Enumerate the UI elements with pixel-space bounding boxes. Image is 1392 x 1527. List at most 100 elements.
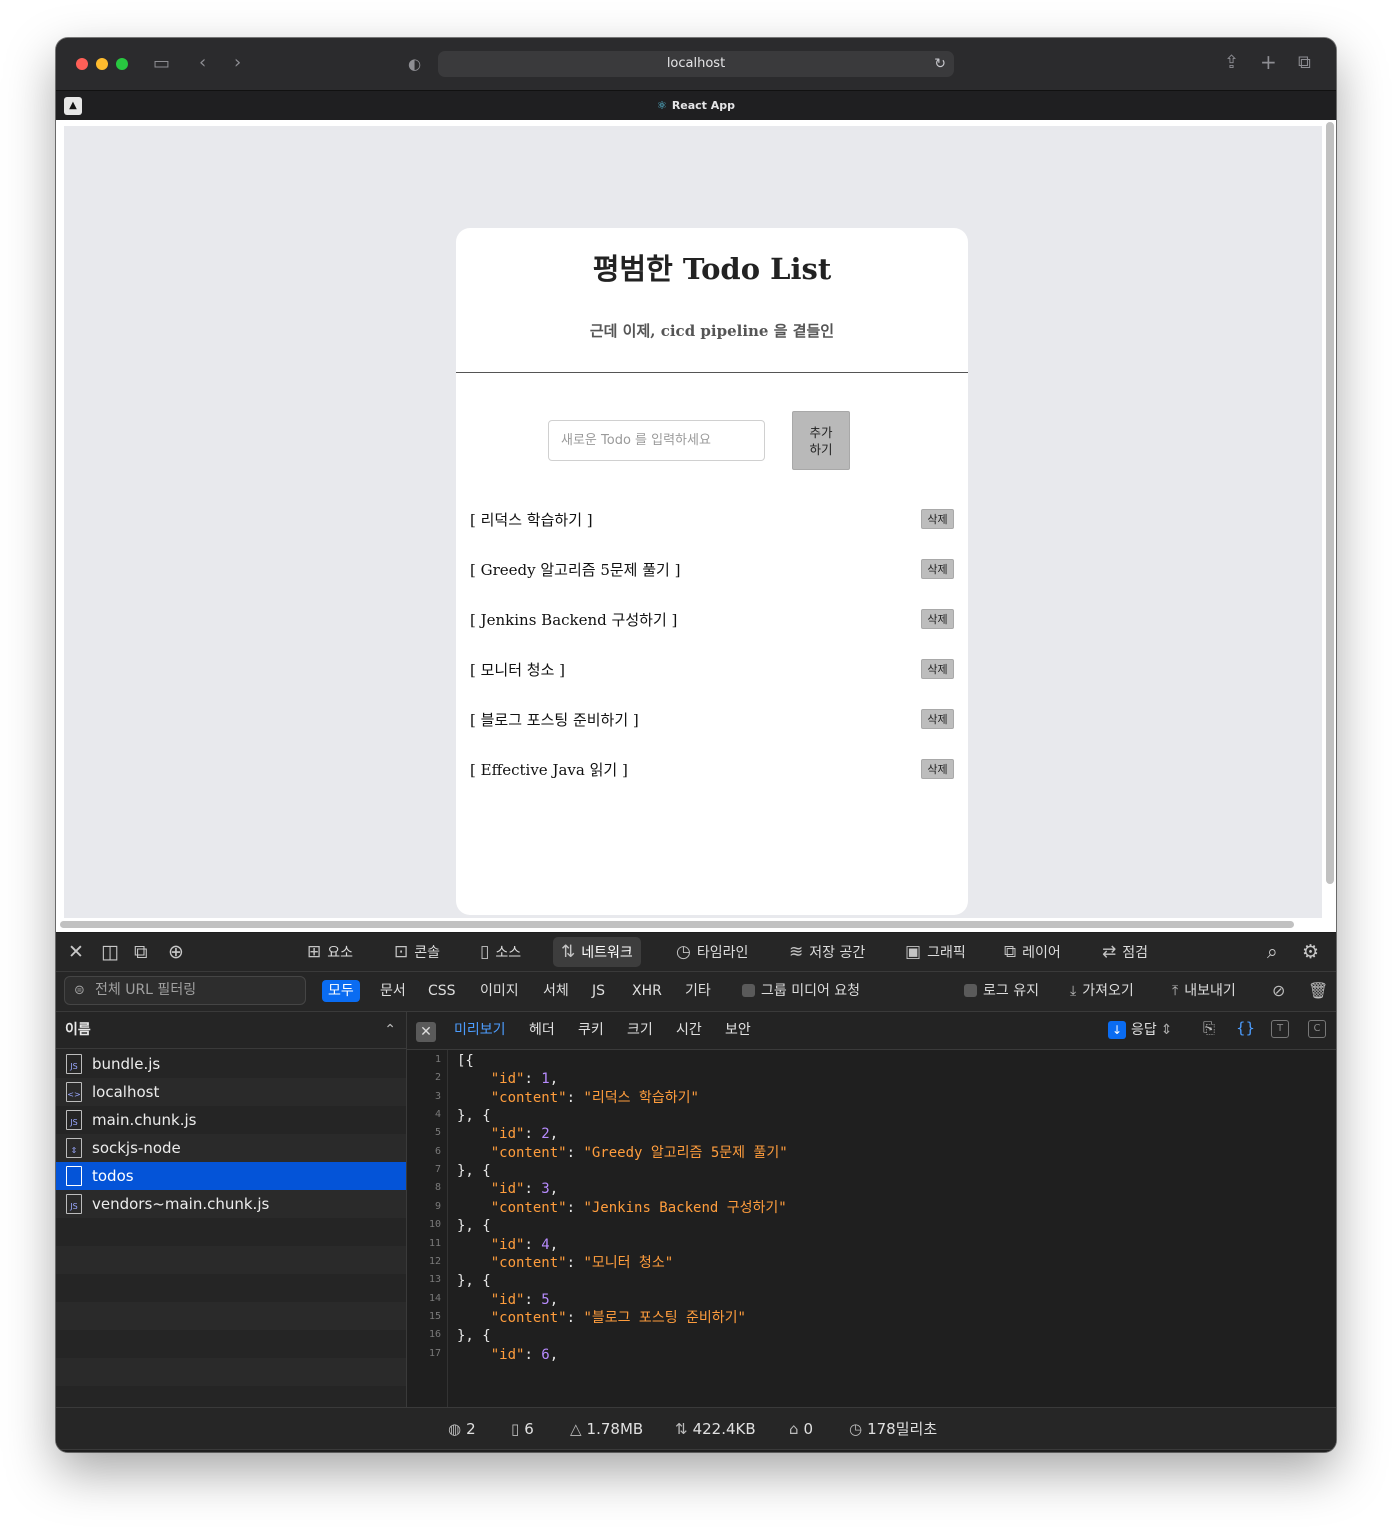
- forward-arrow-icon[interactable]: ›: [234, 53, 241, 73]
- type-code-icon[interactable]: C: [1308, 1020, 1326, 1038]
- vertical-scrollbar[interactable]: [1326, 122, 1334, 884]
- line-number: 15: [428, 1311, 441, 1322]
- preview-tab-preview[interactable]: 미리보기: [454, 1012, 506, 1048]
- detach-window-icon[interactable]: ⧉: [134, 941, 148, 963]
- filter-type-other[interactable]: 기타: [679, 980, 717, 1002]
- filter-type-image[interactable]: 이미지: [474, 980, 525, 1002]
- preview-tab-headers[interactable]: 헤더: [529, 1012, 555, 1048]
- reload-icon[interactable]: ↻: [934, 51, 946, 77]
- resource-list: 이름 ⌃ JS bundle.js <> localhost JS main.chunk…: [56, 1012, 407, 1407]
- pretty-print-icon[interactable]: {}: [1236, 1020, 1255, 1038]
- group-media-checkbox[interactable]: 그룹 미디어 요청: [742, 980, 860, 1002]
- resource-row[interactable]: JS vendors~main.chunk.js: [56, 1190, 406, 1218]
- tab-network[interactable]: ⇅ 네트워크: [553, 937, 641, 967]
- todo-input[interactable]: [548, 420, 765, 461]
- tab-sources[interactable]: ▯ 소스: [472, 937, 529, 967]
- name-header-label: 이름: [65, 1022, 91, 1038]
- todo-item: [ 모니터 청소 ] 삭제: [470, 659, 954, 681]
- delete-button[interactable]: 삭제: [921, 709, 954, 729]
- disable-cache-icon[interactable]: ⊘: [1272, 980, 1285, 1002]
- inspector-toolbar: ✕ ◫ ⧉ ⊕ ⊞ 요소 ⊡ 콘솔 ▯ 소스 ⇅ 네트워크 ◷ 타임라인 ≋ 저장 공간 ▣…: [56, 933, 1336, 972]
- preview-tab-security[interactable]: 보안: [725, 1012, 751, 1048]
- resource-name: todos: [92, 1167, 134, 1185]
- dock-side-icon[interactable]: ◫: [101, 941, 119, 963]
- tab-layers[interactable]: ⧉ 레이어: [996, 937, 1069, 967]
- close-preview-icon[interactable]: ✕: [416, 1022, 436, 1042]
- group-media-label: 그룹 미디어 요청: [761, 983, 861, 999]
- tab-console[interactable]: ⊡ 콘솔: [386, 937, 448, 967]
- zoom-window-button[interactable]: [116, 58, 128, 70]
- tab-overview-icon[interactable]: ⧉: [1298, 53, 1311, 73]
- add-todo-button[interactable]: 추가 하기: [792, 411, 850, 470]
- react-logo-icon: ⚛: [656, 99, 667, 112]
- json-line: "content": "Greedy 알고리즘 5문제 풀기": [490, 1145, 788, 1161]
- delete-button[interactable]: 삭제: [921, 659, 954, 679]
- back-arrow-icon[interactable]: ‹: [199, 53, 206, 73]
- preview-header: ✕ 미리보기 헤더 쿠키 크기 시간 보안 ↓ 응답 ⇕ ⎘ {} T C: [407, 1012, 1336, 1050]
- name-column-header[interactable]: 이름 ⌃: [56, 1012, 406, 1049]
- line-number: 4: [434, 1109, 441, 1120]
- filter-type-document[interactable]: 문서: [374, 980, 412, 1002]
- new-tab-icon[interactable]: +: [1260, 52, 1277, 72]
- line-number: 5: [434, 1127, 441, 1138]
- redirect-icon: ⌂: [789, 1420, 799, 1438]
- share-icon[interactable]: ⇪: [1224, 53, 1239, 73]
- close-inspector-icon[interactable]: ✕: [68, 941, 84, 963]
- delete-button[interactable]: 삭제: [921, 509, 954, 529]
- tab-react-app[interactable]: ⚛ React App: [56, 91, 1336, 120]
- filter-type-font[interactable]: 서체: [537, 980, 575, 1002]
- filter-type-css[interactable]: CSS: [422, 980, 462, 1002]
- resource-row[interactable]: JS bundle.js: [56, 1050, 406, 1078]
- checkbox[interactable]: [964, 984, 977, 997]
- file-icon: [66, 1166, 82, 1186]
- preserve-log-checkbox[interactable]: 로그 유지: [964, 980, 1039, 1002]
- line-number: 17: [428, 1348, 441, 1359]
- resource-row[interactable]: <> localhost: [56, 1078, 406, 1106]
- json-line: "content": "블로그 포스팅 준비하기": [490, 1310, 746, 1326]
- delete-button[interactable]: 삭제: [921, 759, 954, 779]
- web-inspector: ✕ ◫ ⧉ ⊕ ⊞ 요소 ⊡ 콘솔 ▯ 소스 ⇅ 네트워크 ◷ 타임라인 ≋ 저장 공간 ▣…: [56, 933, 1336, 1452]
- delete-button[interactable]: 삭제: [921, 609, 954, 629]
- json-line: "content": "Jenkins Backend 구성하기": [490, 1200, 787, 1216]
- preview-tab-timing[interactable]: 시간: [676, 1012, 702, 1048]
- sidebar-toggle-icon[interactable]: ▭: [153, 54, 170, 74]
- clear-log-icon[interactable]: 🗑: [1308, 980, 1328, 1002]
- minimize-window-button[interactable]: [96, 58, 108, 70]
- preview-tab-cookies[interactable]: 쿠키: [578, 1012, 604, 1048]
- url-filter-input[interactable]: ⊜ 전체 URL 필터링: [64, 976, 306, 1005]
- resource-row-selected[interactable]: todos: [56, 1162, 406, 1190]
- close-window-button[interactable]: [76, 58, 88, 70]
- todo-text: [ 리덕스 학습하기 ]: [470, 511, 593, 529]
- horizontal-scrollbar[interactable]: [60, 921, 1294, 928]
- export-label: 내보내기: [1184, 983, 1236, 999]
- type-text-icon[interactable]: T: [1271, 1020, 1289, 1038]
- tab-label: 레이어: [1022, 945, 1061, 961]
- privacy-shield-icon[interactable]: ◐: [408, 54, 421, 74]
- settings-gear-icon[interactable]: ⚙: [1302, 941, 1319, 963]
- export-button[interactable]: ⤒ 내보내기: [1172, 980, 1236, 1002]
- resource-row[interactable]: ⇕ sockjs-node: [56, 1134, 406, 1162]
- element-picker-icon[interactable]: ⊕: [168, 941, 184, 963]
- console-prompt-bar[interactable]: ›: [56, 1449, 1336, 1452]
- errors-value: 0: [803, 1420, 814, 1438]
- search-icon[interactable]: ⌕: [1267, 941, 1278, 963]
- tab-storage[interactable]: ≋ 저장 공간: [781, 937, 873, 967]
- filter-type-js[interactable]: JS: [586, 980, 611, 1002]
- json-line: [{: [457, 1053, 474, 1069]
- json-line: "id": 4,: [490, 1237, 559, 1253]
- tab-elements[interactable]: ⊞ 요소: [299, 937, 361, 967]
- import-button[interactable]: ⤓ 가져오기: [1070, 980, 1134, 1002]
- tab-timelines[interactable]: ◷ 타임라인: [668, 937, 756, 967]
- resource-row[interactable]: JS main.chunk.js: [56, 1106, 406, 1134]
- delete-button[interactable]: 삭제: [921, 559, 954, 579]
- tab-graphics[interactable]: ▣ 그래픽: [897, 937, 974, 967]
- filter-type-all[interactable]: 모두: [322, 980, 360, 1002]
- weight-icon: △: [570, 1420, 582, 1438]
- checkbox[interactable]: [742, 984, 755, 997]
- response-selector[interactable]: ↓ 응답 ⇕: [1108, 1020, 1173, 1040]
- filter-type-xhr[interactable]: XHR: [626, 980, 668, 1002]
- preview-tab-sizes[interactable]: 크기: [627, 1012, 653, 1048]
- copy-icon[interactable]: ⎘: [1200, 1020, 1218, 1038]
- address-bar[interactable]: localhost ↻: [438, 51, 954, 77]
- tab-audit[interactable]: ⇄ 점검: [1094, 937, 1156, 967]
